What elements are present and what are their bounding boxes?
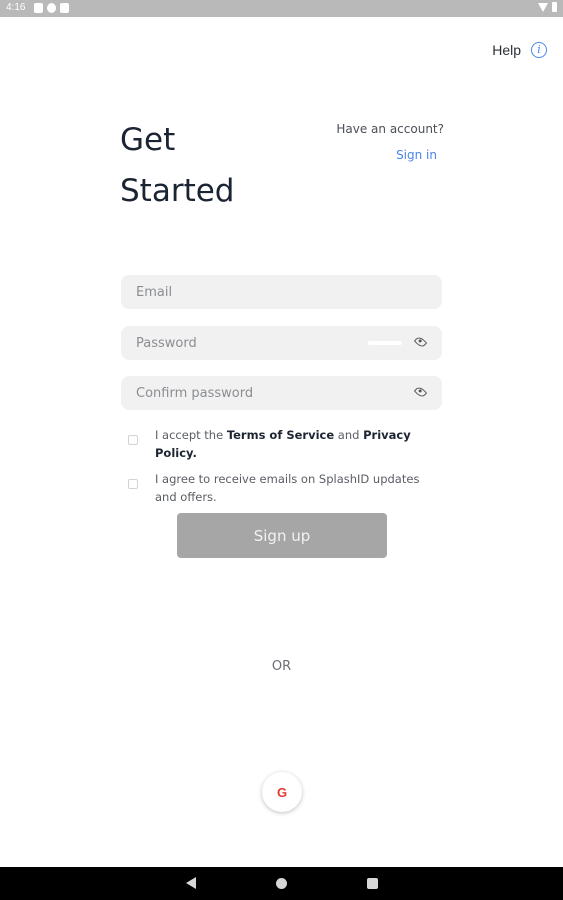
sign-in-link[interactable]: Sign in	[300, 148, 437, 162]
terms-prefix: I accept the	[155, 428, 227, 442]
password-field[interactable]	[121, 326, 442, 360]
notification-icon	[34, 3, 43, 13]
info-icon[interactable]: i	[531, 42, 547, 58]
emails-text: I agree to receive emails on SplashID up…	[155, 472, 420, 504]
terms-middle: and	[334, 428, 364, 442]
page-title: Get Started	[120, 115, 280, 217]
status-icons-right	[538, 2, 557, 12]
emails-checkbox[interactable]	[128, 479, 138, 489]
help-link[interactable]: Help i	[492, 42, 547, 58]
email-field[interactable]	[121, 275, 442, 309]
or-divider: OR	[271, 659, 292, 674]
terms-of-service-link[interactable]: Terms of Service	[227, 428, 334, 442]
recents-icon[interactable]	[367, 878, 378, 889]
status-bar: 4:16	[0, 0, 563, 17]
terms-row: I accept the Terms of Service and Privac…	[128, 426, 428, 462]
emails-row: I agree to receive emails on SplashID up…	[128, 470, 428, 506]
help-label: Help	[492, 42, 521, 58]
password-strength-bar	[368, 341, 402, 345]
notification-icon	[60, 3, 69, 13]
email-input[interactable]	[121, 275, 442, 309]
navigation-bar	[0, 867, 563, 900]
google-sign-in-button[interactable]: G	[262, 772, 302, 812]
home-icon[interactable]	[276, 878, 287, 889]
page-title-line-1: Get	[120, 122, 176, 158]
terms-checkbox[interactable]	[128, 435, 138, 445]
wifi-icon	[538, 2, 548, 12]
confirm-password-input[interactable]	[121, 376, 442, 410]
status-icons-left	[34, 3, 69, 13]
terms-text: I accept the Terms of Service and Privac…	[155, 426, 428, 462]
status-time: 4:16	[6, 2, 26, 13]
battery-icon	[552, 2, 557, 12]
have-account-text: Have an account?	[336, 122, 444, 136]
google-icon: G	[276, 784, 288, 800]
confirm-password-field[interactable]	[121, 376, 442, 410]
back-icon[interactable]	[186, 877, 196, 889]
notification-icon	[47, 3, 56, 13]
page-title-line-2: Started	[120, 173, 235, 209]
sign-up-button[interactable]: Sign up	[177, 513, 387, 558]
